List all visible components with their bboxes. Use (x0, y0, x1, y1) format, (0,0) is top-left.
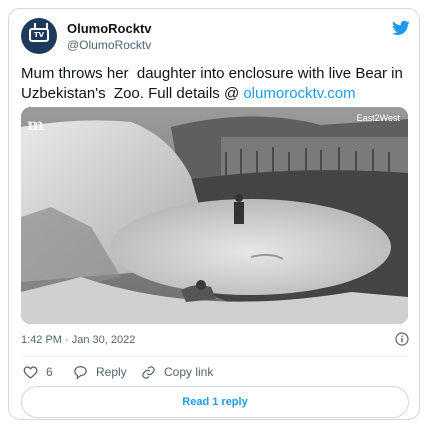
watermark-logo: m (27, 115, 44, 134)
reply-icon (74, 366, 87, 379)
read-replies-button[interactable]: Read 1 reply (21, 386, 409, 418)
watermark-text: East2West (356, 113, 400, 123)
avatar-tv-icon: TV (29, 28, 49, 42)
author-handle[interactable]: @OlumoRocktv (67, 38, 151, 52)
copy-link-action[interactable]: Copy link (141, 363, 213, 381)
heart-icon (23, 366, 38, 379)
media-image (21, 107, 408, 324)
like-button[interactable]: 6 (23, 363, 53, 381)
avatar[interactable]: TV (21, 18, 57, 54)
divider (21, 356, 409, 357)
reply-label: Reply (96, 365, 127, 379)
author-name[interactable]: OlumoRocktv (67, 21, 152, 36)
twitter-bird-icon[interactable] (391, 19, 411, 37)
tweet-link[interactable]: olumorocktv.com (243, 85, 355, 102)
info-icon[interactable] (395, 332, 409, 346)
link-icon (142, 365, 155, 379)
reply-action[interactable]: Reply (73, 363, 127, 381)
tweet-text: Mum throws her daughter into enclosure w… (21, 64, 411, 104)
tweet-timestamp[interactable]: 1:42 PM · Jan 30, 2022 (21, 334, 135, 346)
copy-link-label: Copy link (164, 365, 214, 379)
like-count: 6 (46, 365, 53, 379)
tweet-card[interactable]: TV OlumoRocktv @OlumoRocktv Mum throws h… (8, 8, 420, 420)
tweet-media[interactable]: m East2West (21, 107, 408, 324)
